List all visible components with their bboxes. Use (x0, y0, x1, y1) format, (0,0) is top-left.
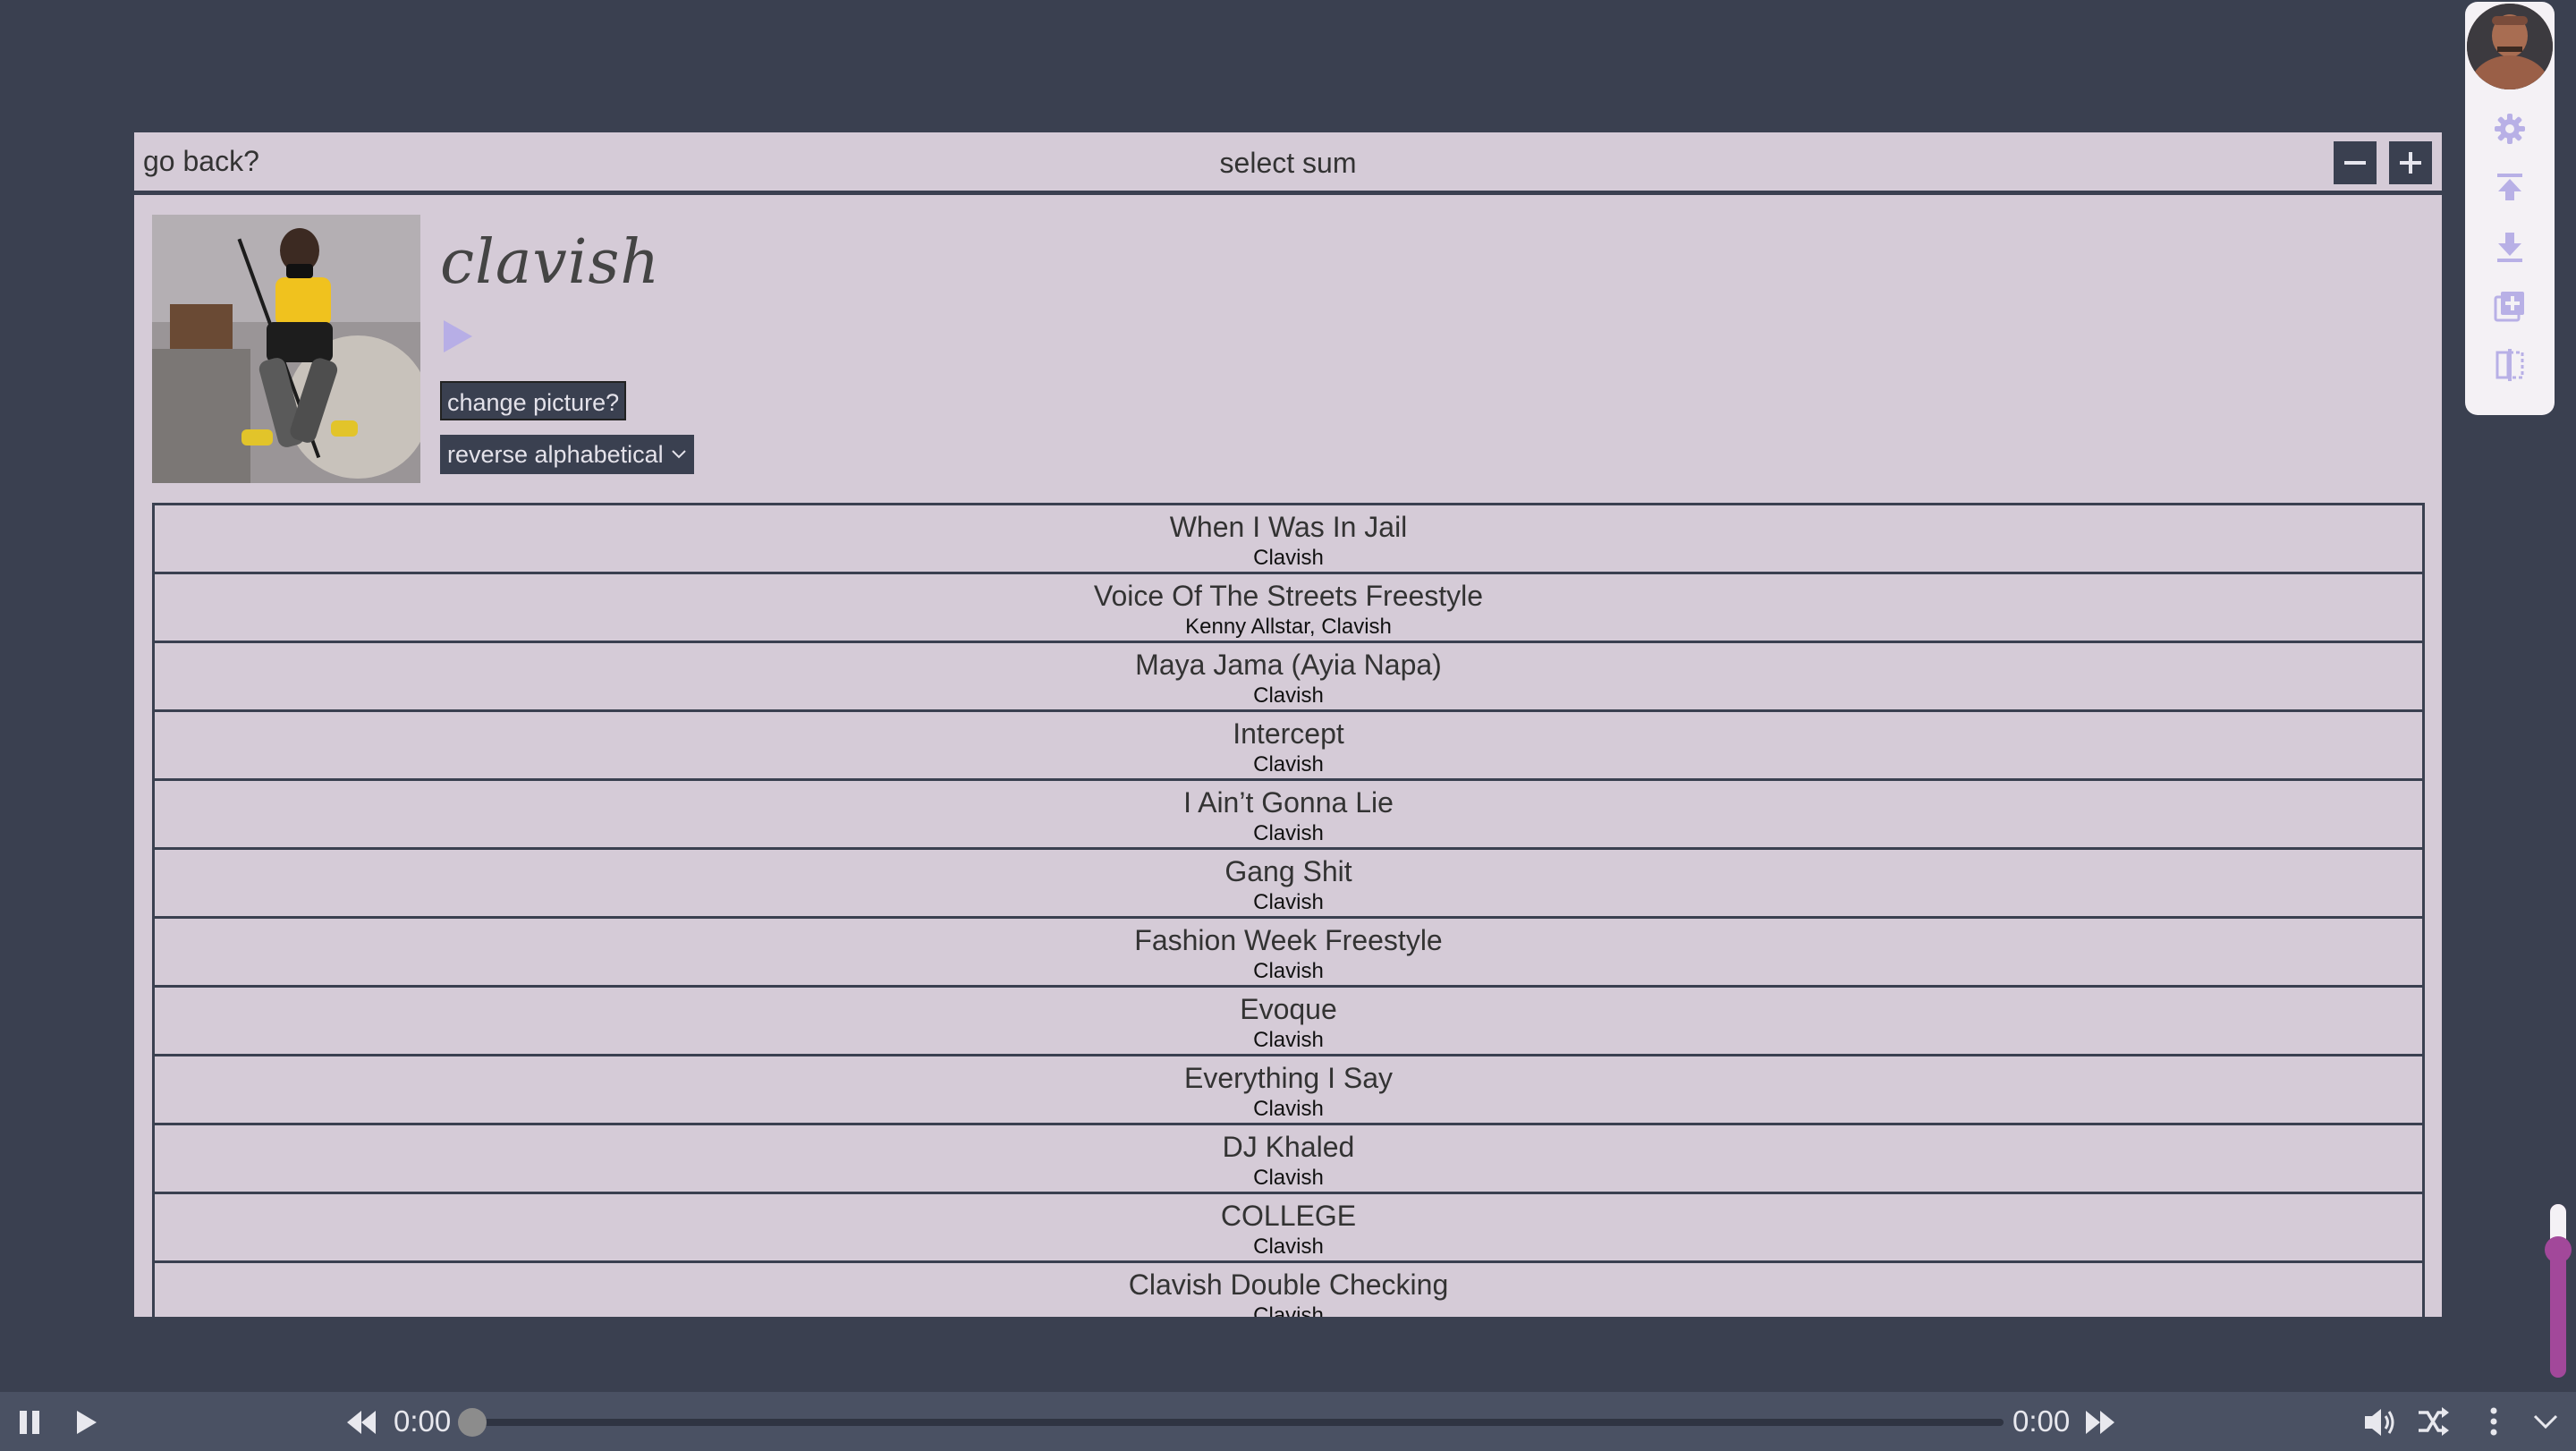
chevron-down-icon (671, 450, 686, 459)
track-artist: Clavish (1253, 890, 1324, 914)
track-artist: Clavish (1253, 752, 1324, 776)
album-photo (152, 215, 420, 483)
sort-select-value: reverse alphabetical (447, 441, 664, 468)
split-view-icon[interactable] (2492, 347, 2528, 383)
track-row[interactable]: DJ Khaled Clavish (152, 1123, 2425, 1194)
track-title: Voice Of The Streets Freestyle (1093, 580, 1484, 612)
add-playlist-icon[interactable] (2492, 288, 2528, 324)
album-name: clavish (440, 227, 661, 298)
current-time: 0:00 (394, 1404, 452, 1438)
play-album-icon[interactable] (442, 318, 474, 354)
progress-track[interactable] (471, 1419, 2004, 1426)
shuffle-icon[interactable] (2415, 1404, 2451, 1439)
minimize-button[interactable] (2334, 141, 2377, 184)
track-row[interactable]: Fashion Week Freestyle Clavish (152, 916, 2425, 988)
progress-handle[interactable] (458, 1408, 487, 1437)
rewind-icon[interactable] (343, 1404, 379, 1439)
chevron-down-icon[interactable] (2528, 1404, 2563, 1439)
album-art-container (152, 215, 420, 483)
track-row[interactable]: Voice Of The Streets Freestyle Kenny All… (152, 572, 2425, 643)
album-art (152, 215, 420, 483)
track-row[interactable]: I Ain’t Gonna Lie Clavish (152, 778, 2425, 850)
track-title: DJ Khaled (1222, 1131, 1355, 1163)
plus-icon (2400, 152, 2421, 174)
volume-icon[interactable] (2361, 1404, 2397, 1439)
track-row[interactable]: Everything I Say Clavish (152, 1054, 2425, 1125)
track-artist: Clavish (1253, 1235, 1324, 1259)
track-artist: Clavish (1253, 1166, 1324, 1190)
settings-icon[interactable] (2492, 111, 2528, 147)
track-title: Intercept (1233, 717, 1344, 750)
play-icon[interactable] (68, 1404, 104, 1439)
more-options-icon[interactable] (2476, 1404, 2512, 1439)
panel-header: go back? select sum (134, 132, 2442, 195)
minus-icon (2344, 161, 2366, 165)
pause-icon[interactable] (13, 1404, 48, 1439)
track-artist: Clavish (1253, 821, 1324, 845)
album-panel: go back? select sum clavish change pictu… (134, 132, 2442, 1317)
track-row[interactable]: Clavish Double Checking Clavish (152, 1260, 2425, 1317)
panel-title: select sum (1219, 147, 1357, 179)
volume-slider-handle[interactable] (2545, 1236, 2572, 1263)
track-title: Maya Jama (Ayia Napa) (1135, 649, 1442, 681)
track-artist: Clavish (1253, 1097, 1324, 1121)
sort-select[interactable]: reverse alphabetical (440, 435, 694, 474)
upload-icon[interactable] (2492, 170, 2528, 206)
track-row[interactable]: Intercept Clavish (152, 709, 2425, 781)
track-artist: Clavish (1253, 546, 1324, 570)
track-artist: Clavish (1253, 683, 1324, 708)
maximize-button[interactable] (2389, 141, 2432, 184)
change-picture-button[interactable]: change picture? (440, 381, 627, 420)
track-title: COLLEGE (1220, 1200, 1357, 1232)
track-row[interactable]: Maya Jama (Ayia Napa) Clavish (152, 641, 2425, 712)
track-row[interactable]: COLLEGE Clavish (152, 1192, 2425, 1263)
download-icon[interactable] (2492, 229, 2528, 265)
track-row[interactable]: Gang Shit Clavish (152, 847, 2425, 919)
avatar-image (2467, 4, 2553, 89)
track-list: When I Was In Jail Clavish Voice Of The … (152, 503, 2425, 1317)
track-title: When I Was In Jail (1169, 511, 1408, 543)
track-artist: Clavish (1253, 1303, 1324, 1317)
track-title: Clavish Double Checking (1128, 1269, 1449, 1301)
sidebar (2465, 2, 2555, 415)
track-title: I Ain’t Gonna Lie (1183, 786, 1394, 819)
player-bar: 0:00 0:00 (0, 1392, 2576, 1451)
track-row[interactable]: Evoque Clavish (152, 985, 2425, 1056)
track-title: Everything I Say (1184, 1062, 1393, 1094)
track-row[interactable]: When I Was In Jail Clavish (152, 503, 2425, 574)
track-title: Gang Shit (1224, 855, 1352, 887)
user-avatar[interactable] (2467, 4, 2553, 89)
track-title: Evoque (1240, 993, 1337, 1025)
fast-forward-icon[interactable] (2082, 1404, 2118, 1439)
track-artist: Clavish (1253, 959, 1324, 983)
track-artist: Clavish (1253, 1028, 1324, 1052)
track-artist: Kenny Allstar, Clavish (1185, 615, 1392, 639)
track-title: Fashion Week Freestyle (1134, 924, 1443, 956)
total-time: 0:00 (2012, 1404, 2071, 1438)
